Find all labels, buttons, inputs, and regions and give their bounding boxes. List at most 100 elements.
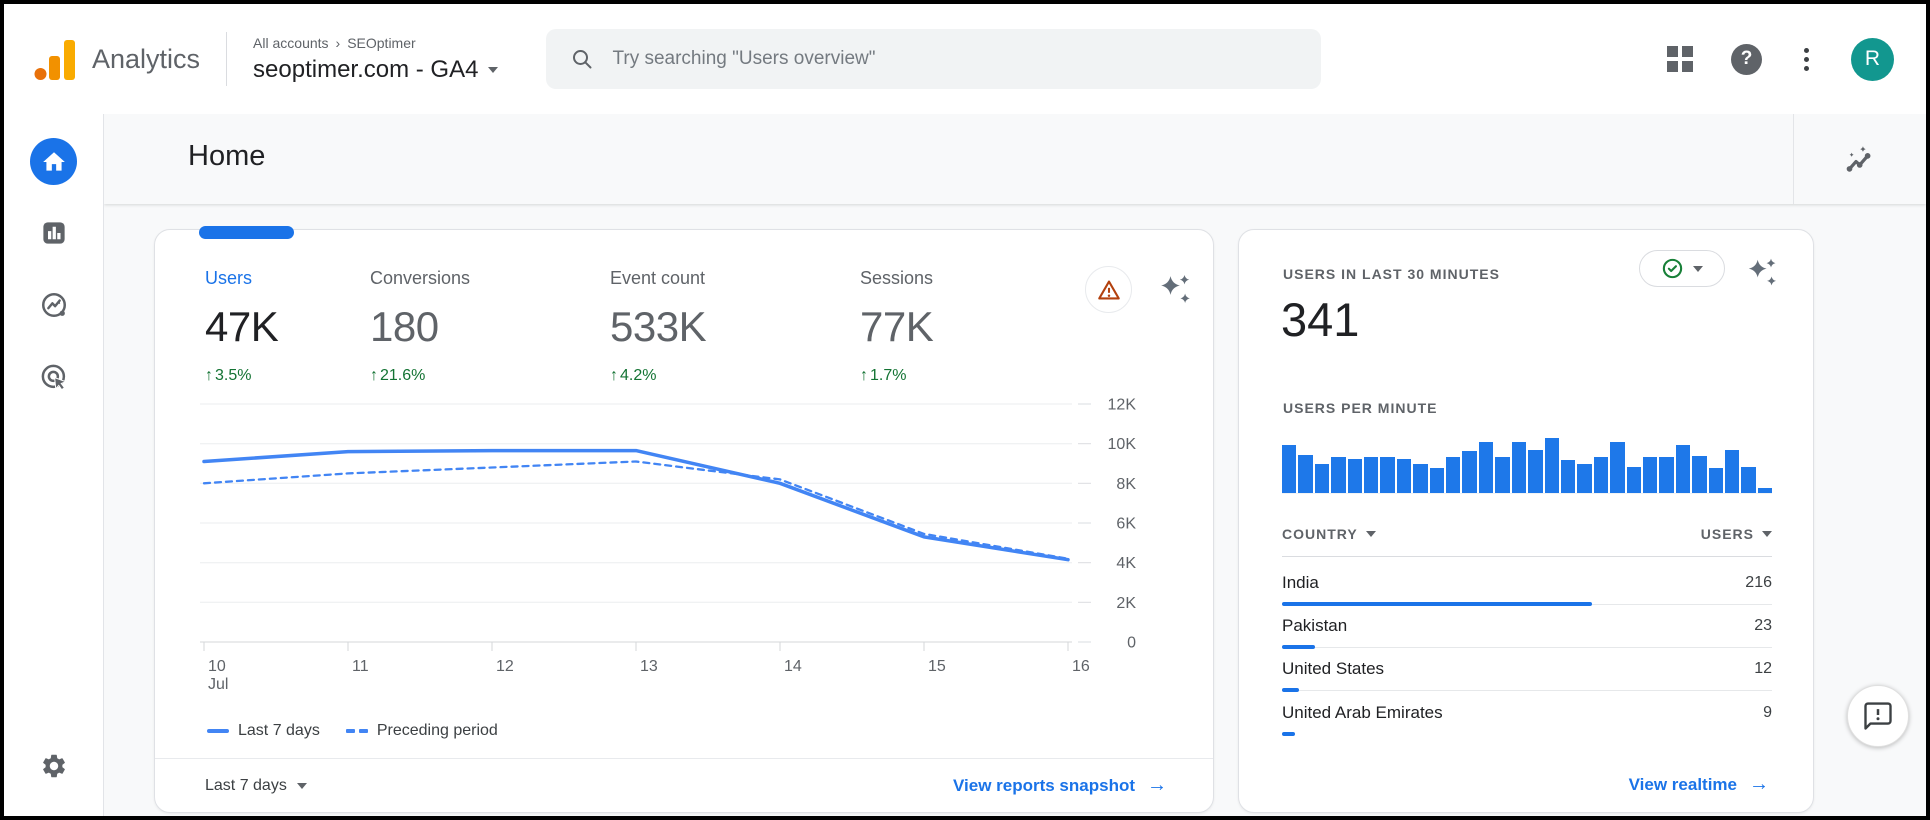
users-per-minute-bar xyxy=(1331,457,1345,493)
svg-text:4K: 4K xyxy=(1116,555,1136,572)
users-per-minute-bar xyxy=(1446,457,1460,493)
sidebar-item-admin[interactable] xyxy=(4,752,103,780)
gear-icon xyxy=(40,752,68,780)
search-input[interactable] xyxy=(612,48,1297,70)
metric-label: Conversions xyxy=(370,268,610,289)
metric-tab-event-count[interactable]: Event count533K↑4.2% xyxy=(610,268,860,385)
users-per-minute-bar xyxy=(1315,464,1329,493)
metric-tab-conversions[interactable]: Conversions180↑21.6% xyxy=(370,268,610,385)
realtime-sparkle-button[interactable] xyxy=(1741,252,1781,292)
svg-text:Jul: Jul xyxy=(208,676,228,690)
users-per-minute-bar xyxy=(1692,456,1706,493)
analytics-logo-icon xyxy=(32,36,78,82)
realtime-status-button[interactable] xyxy=(1639,250,1725,287)
legend-label: Preceding period xyxy=(377,722,498,740)
users-per-minute-bar xyxy=(1380,457,1394,493)
metric-delta-value: 21.6% xyxy=(380,367,425,385)
metrics-row: Users47K↑3.5%Conversions180↑21.6%Event c… xyxy=(205,268,1090,385)
metric-tab-sessions[interactable]: Sessions77K↑1.7% xyxy=(860,268,1090,385)
breadcrumb-property[interactable]: SEOptimer xyxy=(347,35,415,51)
country-row: Pakistan 23 xyxy=(1282,605,1772,648)
view-reports-snapshot-link[interactable]: View reports snapshot → xyxy=(953,774,1167,797)
sidebar-item-reports[interactable] xyxy=(4,218,103,248)
country-users-value: 23 xyxy=(1754,617,1772,635)
country-table-header: COUNTRY USERS xyxy=(1282,526,1772,557)
users-trend-chart: 02K4K6K8K10K12K10Jul111213141516 xyxy=(200,390,1170,690)
property-selector[interactable]: seoptimer.com - GA4 xyxy=(253,56,498,84)
sparkle-icon xyxy=(1741,252,1781,292)
svg-text:12: 12 xyxy=(496,658,514,675)
up-arrow-icon: ↑ xyxy=(610,367,618,385)
sidebar-item-advertising[interactable] xyxy=(4,362,103,392)
users-per-minute-bar xyxy=(1495,457,1509,493)
country-row: United States12 xyxy=(1282,648,1772,691)
sort-caret-icon xyxy=(1366,531,1376,537)
analytics-logo-area[interactable]: Analytics xyxy=(4,36,200,82)
up-arrow-icon: ↑ xyxy=(860,367,868,385)
legend-label: Last 7 days xyxy=(238,722,320,740)
metric-delta: ↑21.6% xyxy=(370,367,610,385)
country-users-value: 12 xyxy=(1754,660,1772,678)
metric-value: 77K xyxy=(860,303,1090,351)
svg-text:14: 14 xyxy=(784,658,802,675)
more-options-icon[interactable] xyxy=(1800,44,1813,75)
header-actions: ? R xyxy=(1667,38,1926,81)
svg-text:10K: 10K xyxy=(1108,436,1137,453)
users-trend-chart-container: 02K4K6K8K10K12K10Jul111213141516 xyxy=(200,390,1170,690)
dashed-line-swatch xyxy=(346,729,368,733)
sort-caret-icon xyxy=(1762,531,1772,537)
users-per-minute-bar xyxy=(1676,445,1690,493)
metric-label: Sessions xyxy=(860,268,1090,289)
metric-value: 47K xyxy=(205,303,370,351)
help-icon[interactable]: ? xyxy=(1731,44,1762,75)
summary-card-footer: Last 7 days View reports snapshot → xyxy=(155,758,1213,812)
users-per-minute-bar xyxy=(1462,451,1476,493)
users-header-label: USERS xyxy=(1701,526,1754,542)
feedback-button[interactable] xyxy=(1847,685,1909,747)
users-per-minute-bar xyxy=(1479,442,1493,493)
home-overview-card: Users47K↑3.5%Conversions180↑21.6%Event c… xyxy=(154,229,1214,813)
users-per-minute-bar xyxy=(1512,442,1526,493)
data-quality-button[interactable] xyxy=(1085,266,1132,313)
avatar-initial: R xyxy=(1865,47,1880,71)
svg-text:16: 16 xyxy=(1072,658,1090,675)
arrow-right-icon: → xyxy=(1749,773,1769,796)
svg-text:11: 11 xyxy=(352,658,369,675)
chevron-down-icon xyxy=(1693,266,1703,272)
country-sort-header[interactable]: COUNTRY xyxy=(1282,526,1376,542)
insights-sparkle-button[interactable] xyxy=(1153,268,1195,310)
legend-preceding-period: Preceding period xyxy=(346,722,498,740)
country-header-label: COUNTRY xyxy=(1282,526,1358,542)
page-header-divider xyxy=(1793,114,1794,204)
explore-icon xyxy=(39,290,69,320)
search-bar[interactable] xyxy=(546,29,1321,89)
google-apps-icon[interactable] xyxy=(1667,46,1693,72)
view-realtime-link[interactable]: View realtime → xyxy=(1629,773,1769,796)
avatar[interactable]: R xyxy=(1851,38,1894,81)
date-range-selector[interactable]: Last 7 days xyxy=(205,777,307,795)
users-per-minute-bar xyxy=(1577,464,1591,493)
page-header: Home xyxy=(104,114,1926,204)
users-sort-header[interactable]: USERS xyxy=(1701,526,1772,542)
metric-tab-users[interactable]: Users47K↑3.5% xyxy=(205,268,370,385)
svg-text:2K: 2K xyxy=(1116,595,1136,612)
feedback-icon xyxy=(1863,701,1893,731)
insights-button[interactable] xyxy=(1838,139,1878,179)
metric-delta: ↑3.5% xyxy=(205,367,370,385)
sidebar-item-explore[interactable] xyxy=(4,290,103,320)
users-per-minute-bar xyxy=(1413,464,1427,493)
country-users-value: 216 xyxy=(1745,574,1772,592)
breadcrumb-scope[interactable]: All accounts xyxy=(253,35,328,51)
users-per-minute-bar xyxy=(1659,457,1673,493)
main-area: Home Users47K↑3.5%Conversions180↑21.6%Ev… xyxy=(104,114,1926,816)
up-arrow-icon: ↑ xyxy=(205,367,213,385)
users-per-minute-label: USERS PER MINUTE xyxy=(1283,400,1437,416)
users-per-minute-bar xyxy=(1282,445,1296,493)
metric-delta-value: 4.2% xyxy=(620,367,656,385)
country-name: Pakistan xyxy=(1282,616,1347,636)
realtime-title: USERS IN LAST 30 MINUTES xyxy=(1283,266,1500,282)
sidebar-item-home[interactable] xyxy=(4,138,103,185)
solid-line-swatch xyxy=(207,729,229,733)
users-per-minute-bar xyxy=(1594,457,1608,493)
country-name: United Arab Emirates xyxy=(1282,703,1443,723)
